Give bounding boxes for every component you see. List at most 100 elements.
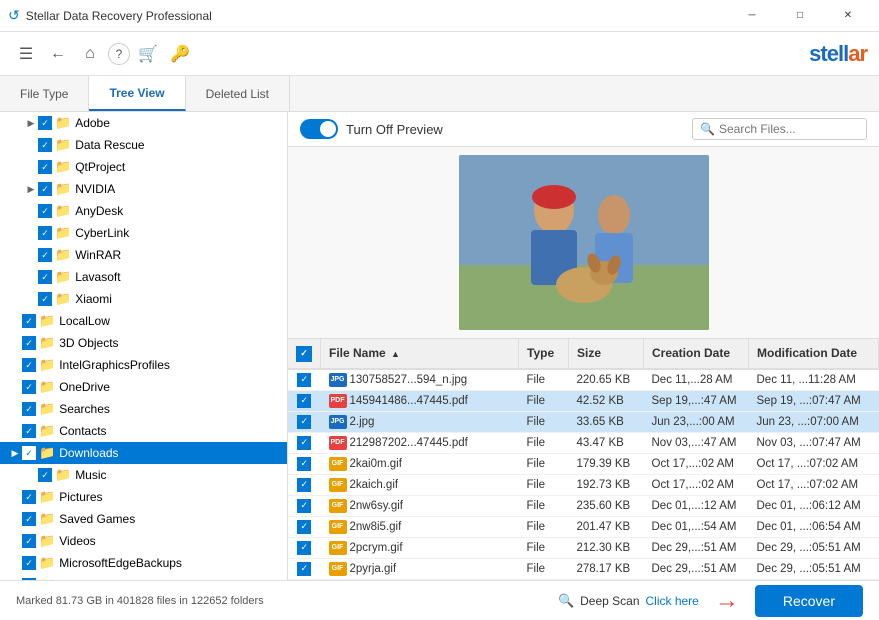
sidebar-item[interactable]: ✓📁WinRAR	[0, 244, 287, 266]
sidebar-item[interactable]: ✓📁Lavasoft	[0, 266, 287, 288]
folder-icon: 📁	[39, 379, 55, 395]
tree-checkbox[interactable]: ✓	[38, 116, 52, 130]
tree-arrow[interactable]: ▶	[8, 448, 22, 459]
tree-checkbox[interactable]: ✓	[22, 380, 36, 394]
row-creation: Dec 29,...:51 AM	[644, 558, 749, 579]
sidebar-item[interactable]: ✓📁Pictures	[0, 486, 287, 508]
table-row[interactable]: ✓GIF2pyrja.gifFile278.17 KBDec 29,...:51…	[288, 558, 879, 579]
sidebar-item[interactable]: ✓📁CyberLink	[0, 222, 287, 244]
sidebar-item[interactable]: ✓📁AnyDesk	[0, 200, 287, 222]
sidebar-item[interactable]: ✓📁Xiaomi	[0, 288, 287, 310]
row-checkbox[interactable]: ✓	[297, 562, 311, 576]
tree-checkbox[interactable]: ✓	[38, 292, 52, 306]
tree-checkbox[interactable]: ✓	[22, 314, 36, 328]
table-row[interactable]: ✓JPG2.jpgFile33.65 KBJun 23,...:00 AMJun…	[288, 411, 879, 432]
row-checkbox-cell: ✓	[288, 558, 321, 579]
table-row[interactable]: ✓JPG3.jpgFile50.50 KBJun 23,...:01 AMJun…	[288, 579, 879, 580]
table-row[interactable]: ✓GIF2nw8i5.gifFile201.47 KBDec 01,...:54…	[288, 516, 879, 537]
tree-checkbox[interactable]: ✓	[22, 446, 36, 460]
sidebar-item[interactable]: ✓📁Contacts	[0, 420, 287, 442]
sidebar-item[interactable]: ✓📁MicrosoftEdgeBackups	[0, 552, 287, 574]
sidebar-item[interactable]: ✓📁QtProject	[0, 156, 287, 178]
header-modification[interactable]: Modification Date	[749, 339, 879, 369]
sidebar-item[interactable]: ✓📁ansel	[0, 574, 287, 580]
maximize-button[interactable]: □	[777, 0, 823, 32]
table-row[interactable]: ✓PDF212987202...47445.pdfFile43.47 KBNov…	[288, 432, 879, 453]
tree-checkbox[interactable]: ✓	[22, 578, 36, 580]
tree-checkbox[interactable]: ✓	[22, 490, 36, 504]
header-size[interactable]: Size	[569, 339, 644, 369]
tree-checkbox[interactable]: ✓	[22, 358, 36, 372]
tree-checkbox[interactable]: ✓	[22, 512, 36, 526]
row-checkbox[interactable]: ✓	[297, 436, 311, 450]
recover-button[interactable]: Recover	[755, 585, 863, 617]
row-checkbox[interactable]: ✓	[297, 478, 311, 492]
sidebar-item[interactable]: ✓📁IntelGraphicsProfiles	[0, 354, 287, 376]
sidebar-item[interactable]: ▶✓📁Downloads	[0, 442, 287, 464]
tab-deleted-list[interactable]: Deleted List	[186, 76, 290, 111]
table-row[interactable]: ✓GIF2pcrym.gifFile212.30 KBDec 29,...:51…	[288, 537, 879, 558]
sidebar-item[interactable]: ✓📁Videos	[0, 530, 287, 552]
row-checkbox-cell: ✓	[288, 369, 321, 391]
menu-icon[interactable]: ☰	[12, 40, 40, 68]
tree-checkbox[interactable]: ✓	[38, 204, 52, 218]
tree-checkbox[interactable]: ✓	[22, 424, 36, 438]
header-filename[interactable]: File Name ▲	[321, 339, 519, 369]
table-row[interactable]: ✓GIF2kai0m.gifFile179.39 KBOct 17,...:02…	[288, 453, 879, 474]
row-checkbox[interactable]: ✓	[297, 373, 311, 387]
tab-tree-view[interactable]: Tree View	[89, 76, 185, 111]
tree-arrow[interactable]: ▶	[24, 184, 38, 195]
close-button[interactable]: ✕	[825, 0, 871, 32]
tree-checkbox[interactable]: ✓	[38, 138, 52, 152]
row-checkbox[interactable]: ✓	[297, 394, 311, 408]
sidebar-item[interactable]: ✓📁LocalLow	[0, 310, 287, 332]
table-row[interactable]: ✓GIF2kaich.gifFile192.73 KBOct 17,...:02…	[288, 474, 879, 495]
toggle-track[interactable]	[300, 119, 338, 139]
sidebar-item[interactable]: ✓📁Music	[0, 464, 287, 486]
tree-checkbox[interactable]: ✓	[38, 468, 52, 482]
header-creation[interactable]: Creation Date	[644, 339, 749, 369]
home-icon[interactable]: ⌂	[76, 40, 104, 68]
tree-checkbox[interactable]: ✓	[38, 182, 52, 196]
header-check[interactable]: ✓	[288, 339, 321, 369]
table-row[interactable]: ✓JPG130758527...594_n.jpgFile220.65 KBDe…	[288, 369, 879, 391]
search-input[interactable]	[719, 122, 859, 136]
tree-checkbox[interactable]: ✓	[22, 402, 36, 416]
sidebar-item[interactable]: ✓📁OneDrive	[0, 376, 287, 398]
minimize-button[interactable]: ─	[729, 0, 775, 32]
row-creation: Dec 01,...:12 AM	[644, 495, 749, 516]
header-type[interactable]: Type	[519, 339, 569, 369]
row-creation: Oct 17,...:02 AM	[644, 453, 749, 474]
tree-checkbox[interactable]: ✓	[38, 248, 52, 262]
tree-arrow[interactable]: ▶	[24, 118, 38, 129]
tab-file-type[interactable]: File Type	[0, 76, 89, 111]
row-checkbox[interactable]: ✓	[297, 520, 311, 534]
sidebar-item[interactable]: ▶✓📁NVIDIA	[0, 178, 287, 200]
sidebar-item[interactable]: ▶✓📁Adobe	[0, 112, 287, 134]
row-checkbox[interactable]: ✓	[297, 541, 311, 555]
back-icon[interactable]: ←	[44, 40, 72, 68]
help-icon[interactable]: ?	[108, 43, 130, 65]
toggle-preview[interactable]: Turn Off Preview	[300, 119, 443, 139]
tree-checkbox[interactable]: ✓	[38, 226, 52, 240]
row-size: 50.50 KB	[569, 579, 644, 580]
sidebar-item[interactable]: ✓📁Searches	[0, 398, 287, 420]
click-here-link[interactable]: Click here	[646, 594, 699, 608]
select-all-checkbox[interactable]: ✓	[296, 346, 312, 362]
sidebar-item[interactable]: ✓📁Data Rescue	[0, 134, 287, 156]
tree-checkbox[interactable]: ✓	[22, 534, 36, 548]
row-checkbox[interactable]: ✓	[297, 457, 311, 471]
tree-checkbox[interactable]: ✓	[38, 270, 52, 284]
row-checkbox[interactable]: ✓	[297, 499, 311, 513]
file-type-icon: GIF	[329, 562, 347, 576]
row-checkbox[interactable]: ✓	[297, 415, 311, 429]
key-icon[interactable]: 🔑	[166, 40, 194, 68]
cart-icon[interactable]: 🛒	[134, 40, 162, 68]
tree-checkbox[interactable]: ✓	[38, 160, 52, 174]
sidebar-item[interactable]: ✓📁3D Objects	[0, 332, 287, 354]
tree-checkbox[interactable]: ✓	[22, 336, 36, 350]
table-row[interactable]: ✓PDF145941486...47445.pdfFile42.52 KBSep…	[288, 390, 879, 411]
tree-checkbox[interactable]: ✓	[22, 556, 36, 570]
sidebar-item[interactable]: ✓📁Saved Games	[0, 508, 287, 530]
table-row[interactable]: ✓GIF2nw6sy.gifFile235.60 KBDec 01,...:12…	[288, 495, 879, 516]
